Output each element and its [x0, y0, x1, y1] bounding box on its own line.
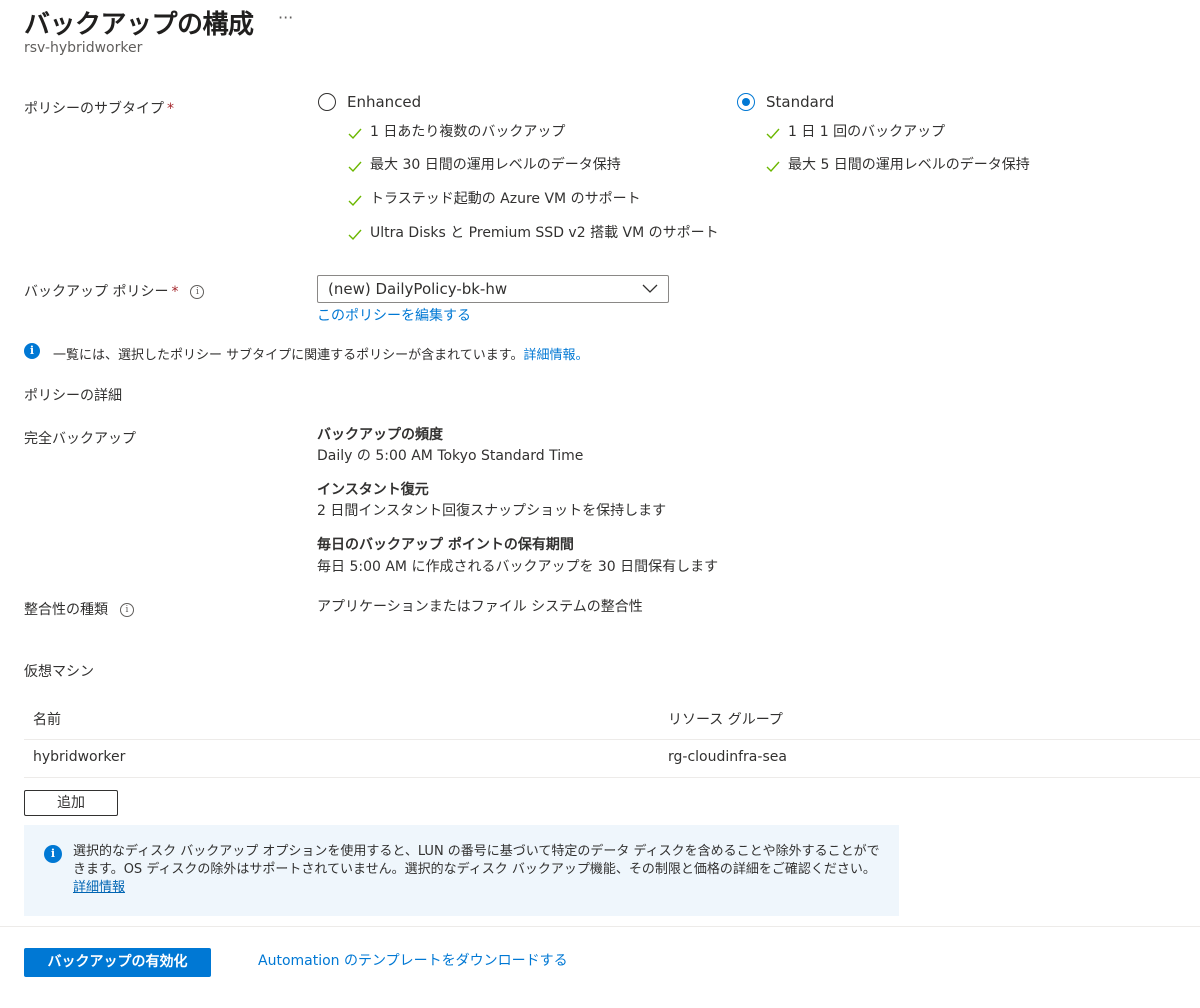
detail-value: 2 日間インスタント回復スナップショットを保持します [317, 503, 667, 519]
backup-policy-label: バックアップ ポリシー * i [24, 281, 205, 301]
detail-value: Daily の 5:00 AM Tokyo Standard Time [317, 448, 584, 464]
page-title: バックアップの構成 [24, 10, 254, 40]
page-subtitle: rsv-hybridworker [24, 40, 143, 56]
radio-standard[interactable]: Standard [737, 93, 834, 111]
consistency-value: アプリケーションまたはファイル システムの整合性 [317, 599, 643, 615]
message-body: 選択的なディスク バックアップ オプションを使用すると、LUN の番号に基づいて… [73, 844, 880, 877]
radio-enhanced-label: Enhanced [347, 93, 422, 111]
checkmark-icon [348, 128, 362, 140]
policy-subtype-label-text: ポリシーのサブタイプ [24, 101, 164, 117]
consistency-label-text: 整合性の種類 [24, 602, 108, 618]
info-icon: i [24, 343, 40, 359]
info-note: 一覧には、選択したポリシー サブタイプに関連するポリシーが含まれています。詳細情… [53, 344, 588, 363]
checkmark-icon [766, 161, 780, 173]
checkmark-icon [766, 128, 780, 140]
learn-more-link[interactable]: 詳細情報。 [523, 348, 588, 363]
resource-group-cell: rg-cloudinfra-sea [668, 749, 787, 765]
vm-section-heading: 仮想マシン [24, 664, 94, 680]
feature-item: 最大 5 日間の運用レベルのデータ保持 [766, 154, 1030, 174]
info-icon[interactable]: i [120, 603, 134, 617]
checkmark-icon [348, 195, 362, 207]
checkmark-icon [348, 229, 362, 241]
backup-policy-selected: (new) DailyPolicy-bk-hw [328, 280, 508, 298]
download-template-link[interactable]: Automation のテンプレートをダウンロードする [258, 950, 568, 970]
footer-divider [0, 926, 1200, 927]
required-mark: * [171, 284, 179, 300]
detail-title: バックアップの頻度 [317, 427, 443, 443]
feature-text: 1 日 1 回のバックアップ [788, 124, 946, 140]
info-icon: i [44, 845, 62, 863]
message-text: 選択的なディスク バックアップ オプションを使用すると、LUN の番号に基づいて… [73, 843, 883, 897]
feature-item: 1 日 1 回のバックアップ [766, 121, 945, 141]
consistency-label: 整合性の種類 i [24, 599, 134, 619]
checkmark-icon [348, 161, 362, 173]
full-backup-label: 完全バックアップ [24, 431, 136, 447]
table-row[interactable]: hybridworker rg-cloudinfra-sea [24, 740, 1200, 777]
backup-policy-dropdown[interactable]: (new) DailyPolicy-bk-hw [317, 275, 669, 303]
radio-button[interactable] [318, 93, 336, 111]
policy-details-heading: ポリシーの詳細 [24, 388, 122, 404]
feature-item: 最大 30 日間の運用レベルのデータ保持 [348, 154, 621, 174]
info-icon[interactable]: i [190, 285, 205, 299]
vm-name-cell: hybridworker [33, 749, 126, 765]
chevron-down-icon [642, 284, 658, 293]
backup-policy-label-text: バックアップ ポリシー [24, 284, 169, 300]
radio-standard-label: Standard [766, 93, 835, 111]
feature-text: 1 日あたり複数のバックアップ [370, 124, 566, 140]
detail-title: インスタント復元 [317, 482, 429, 498]
feature-item: Ultra Disks と Premium SSD v2 搭載 VM のサポート [348, 222, 719, 242]
enable-backup-button[interactable]: バックアップの有効化 [24, 948, 211, 977]
column-header-resource-group: リソース グループ [668, 712, 783, 728]
detail-value: 毎日 5:00 AM に作成されるバックアップを 30 日間保有します [317, 559, 719, 575]
column-header-name: 名前 [33, 712, 61, 728]
selective-disk-info-bar: i 選択的なディスク バックアップ オプションを使用すると、LUN の番号に基づ… [24, 825, 899, 916]
info-note-text: 一覧には、選択したポリシー サブタイプに関連するポリシーが含まれています。 [53, 348, 524, 363]
feature-text: トラステッド起動の Azure VM のサポート [370, 191, 641, 207]
edit-policy-link[interactable]: このポリシーを編集する [317, 305, 471, 325]
detail-title: 毎日のバックアップ ポイントの保有期間 [317, 537, 574, 553]
feature-text: Ultra Disks と Premium SSD v2 搭載 VM のサポート [370, 225, 719, 241]
table-divider [24, 777, 1200, 778]
feature-text: 最大 30 日間の運用レベルのデータ保持 [370, 157, 621, 173]
required-mark: * [167, 101, 174, 117]
feature-item: トラステッド起動の Azure VM のサポート [348, 188, 641, 208]
feature-item: 1 日あたり複数のバックアップ [348, 121, 565, 141]
more-options-button[interactable]: ··· [278, 8, 293, 27]
feature-text: 最大 5 日間の運用レベルのデータ保持 [788, 157, 1030, 173]
policy-subtype-label: ポリシーのサブタイプ * [24, 98, 174, 118]
learn-more-link[interactable]: 詳細情報 [73, 880, 125, 895]
radio-enhanced[interactable]: Enhanced [318, 93, 421, 111]
add-vm-button[interactable]: 追加 [24, 790, 118, 816]
radio-button-checked[interactable] [737, 93, 755, 111]
